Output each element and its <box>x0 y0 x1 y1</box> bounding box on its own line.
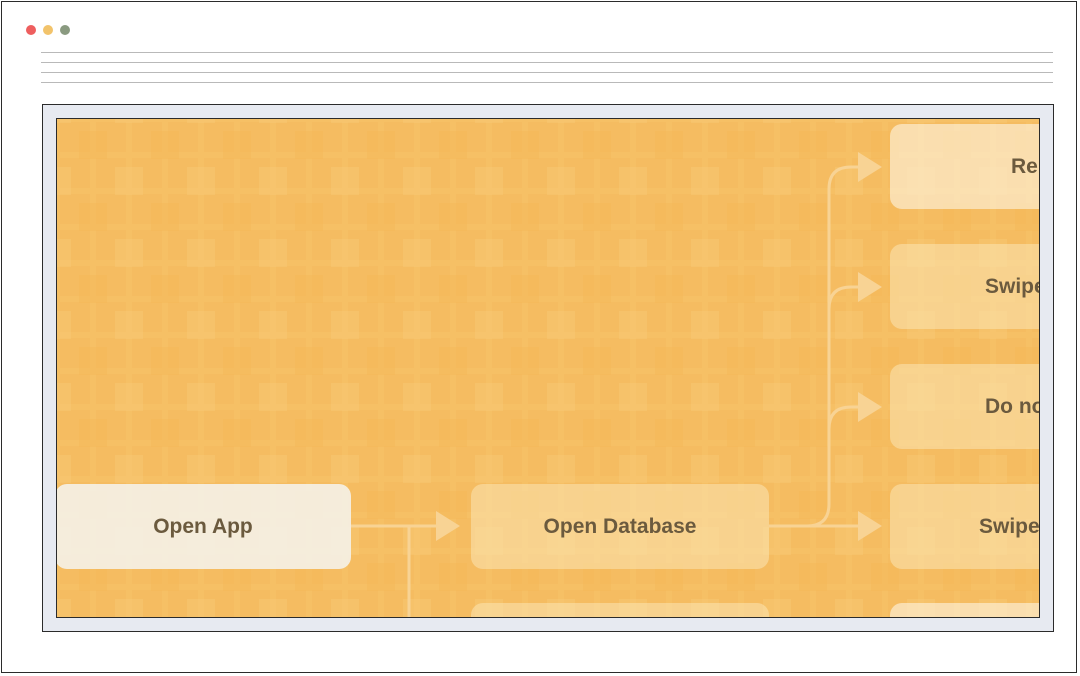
address-bar-line <box>41 52 1053 53</box>
flow-node-label: Swipe <box>985 274 1040 298</box>
address-bar-line <box>41 72 1053 73</box>
flow-node-label: Re <box>1011 154 1038 178</box>
open-app-node[interactable]: Open App <box>57 484 351 569</box>
flow-node[interactable]: Do no <box>890 364 1040 449</box>
flow-node[interactable]: Re <box>890 124 1039 209</box>
open-app-label: Open App <box>153 514 253 538</box>
flow-node-partial[interactable] <box>471 603 769 617</box>
close-window-button[interactable] <box>26 25 36 35</box>
flow-node[interactable]: Swipe <box>890 484 1040 569</box>
zoom-window-button[interactable] <box>60 25 70 35</box>
flow-node-label: Swipe <box>979 514 1040 538</box>
address-bar-line <box>41 62 1053 63</box>
open-database-node[interactable]: Open Database <box>471 484 769 569</box>
flowchart-canvas: Open App Open Database Re Swipe Do no Sw… <box>56 118 1040 618</box>
flow-node-partial[interactable] <box>890 603 1039 617</box>
open-database-label: Open Database <box>543 514 697 538</box>
address-bar-line <box>41 82 1053 83</box>
flow-node[interactable]: Swipe <box>890 244 1040 329</box>
minimize-window-button[interactable] <box>43 25 53 35</box>
flow-node-label: Do no <box>985 394 1040 418</box>
